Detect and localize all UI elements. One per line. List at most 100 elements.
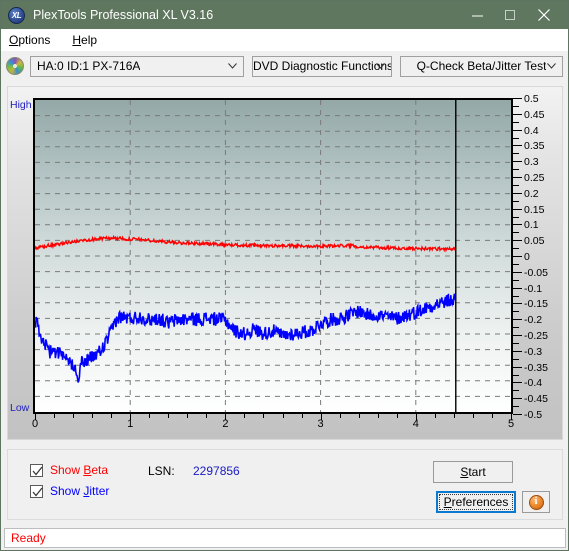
chevron-down-icon xyxy=(547,63,556,69)
y-axis-high-label: High xyxy=(10,99,32,111)
menu-item-options-label: ptions xyxy=(18,33,51,47)
plot-svg xyxy=(35,100,511,412)
menu-item-options[interactable]: Options xyxy=(9,33,50,47)
menu-bar: Options Help xyxy=(1,29,568,51)
x-tick-label: 4 xyxy=(412,418,419,430)
show-jitter-checkbox[interactable] xyxy=(30,484,43,498)
check-icon xyxy=(32,487,43,496)
x-axis-tick-labels: 0 1 2 3 4 5 xyxy=(8,418,564,438)
drive-select[interactable]: HA:0 ID:1 PX-716A xyxy=(30,55,244,77)
y-tick-mark-minor xyxy=(513,169,519,171)
check-icon xyxy=(32,466,43,475)
start-button[interactable]: Start xyxy=(433,461,513,483)
start-button-label: Start xyxy=(460,465,486,479)
y-tick-mark xyxy=(513,177,522,178)
y-tick-mark xyxy=(513,287,522,289)
info-icon: i xyxy=(528,494,544,510)
y-tick-label: -0.45 xyxy=(524,393,548,406)
y-tick-mark xyxy=(513,271,522,273)
preferences-button-label: Preferences xyxy=(439,494,513,510)
x-tick-label: 1 xyxy=(127,418,134,430)
y-tick-label: 0.15 xyxy=(524,203,545,216)
y-tick-label: -0.1 xyxy=(524,282,543,295)
y-tick-mark xyxy=(513,382,522,384)
y-tick-mark xyxy=(513,303,522,305)
chevron-down-icon xyxy=(376,63,385,69)
y-tick-mark-minor xyxy=(513,248,519,250)
y-tick-mark-minor xyxy=(513,327,519,329)
status-text: Ready xyxy=(11,531,46,545)
window-title: PlexTools Professional XL V3.16 xyxy=(33,8,214,22)
plot-area xyxy=(33,98,513,414)
show-beta-label: Show Beta xyxy=(50,463,109,477)
show-jitter-label: Show Jitter xyxy=(50,484,110,498)
preferences-button[interactable]: Preferences xyxy=(436,491,516,513)
y-tick-mark-minor xyxy=(513,358,519,360)
series-beta xyxy=(35,234,456,253)
y-tick-label: 0.35 xyxy=(524,140,545,153)
y-tick-mark xyxy=(513,398,522,400)
drive-select-value: HA:0 ID:1 PX-716A xyxy=(37,59,141,73)
function-select[interactable]: DVD Diagnostic Functions xyxy=(252,55,392,77)
y-tick-mark-minor xyxy=(513,121,519,123)
control-panel: Show Beta Show Jitter LSN: 2297856 Start… xyxy=(7,449,563,520)
app-logo-icon: XL xyxy=(8,6,25,24)
y-tick-mark-minor xyxy=(513,279,519,281)
y-tick-mark-minor xyxy=(513,232,519,234)
y-tick-label: -0.3 xyxy=(524,345,543,358)
y-tick-mark-minor xyxy=(513,263,519,265)
show-jitter-row[interactable]: Show Jitter xyxy=(30,484,109,498)
application-window: XL PlexTools Professional XL V3.16 Optio… xyxy=(0,0,569,551)
menu-item-help[interactable]: Help xyxy=(72,33,97,47)
function-select-value: DVD Diagnostic Functions xyxy=(253,59,391,73)
test-select[interactable]: Q-Check Beta/Jitter Test xyxy=(400,55,563,77)
show-beta-row[interactable]: Show Beta xyxy=(30,463,108,477)
close-icon[interactable] xyxy=(527,1,560,29)
y-tick-mark xyxy=(513,366,522,368)
y-tick-label: 0.45 xyxy=(524,108,545,121)
disc-icon xyxy=(6,57,24,75)
y-tick-mark xyxy=(513,319,522,321)
chart-panel: High Low 0.5 0.45 0.4 0.35 0.3 0.25 0.2 0.15 0.1… xyxy=(7,86,563,440)
test-select-value: Q-Check Beta/Jitter Test xyxy=(416,59,547,73)
lsn-value: 2297856 xyxy=(193,464,240,478)
lsn-label: LSN: xyxy=(148,464,175,478)
x-tick-label: 3 xyxy=(317,418,324,430)
y-tick-label: 0 xyxy=(524,251,530,263)
y-tick-label: 0.3 xyxy=(524,156,539,169)
y-tick-mark xyxy=(513,161,522,163)
title-bar: XL PlexTools Professional XL V3.16 xyxy=(1,1,568,29)
y-tick-label: -0.4 xyxy=(524,377,543,390)
y-tick-label: 0.2 xyxy=(524,187,539,200)
show-beta-checkbox[interactable] xyxy=(30,463,43,477)
status-bar: Ready xyxy=(4,528,566,548)
y-axis-low-label: Low xyxy=(10,402,30,414)
y-tick-mark xyxy=(513,240,522,242)
y-tick-label: 0.25 xyxy=(524,172,545,184)
y-tick-mark xyxy=(513,145,522,147)
y-tick-mark xyxy=(513,350,522,352)
y-tick-mark xyxy=(513,335,522,336)
y-axis-ticks xyxy=(513,98,522,415)
y-tick-mark-minor xyxy=(513,216,519,218)
info-button[interactable]: i xyxy=(522,491,550,513)
y-tick-mark-minor xyxy=(513,184,519,186)
y-tick-mark-minor xyxy=(513,153,519,155)
y-tick-label: -0.05 xyxy=(524,266,548,279)
minimize-icon[interactable] xyxy=(461,1,494,29)
menu-item-help-label: elp xyxy=(81,33,98,47)
y-tick-mark-minor xyxy=(513,200,519,202)
y-tick-mark-minor xyxy=(513,311,519,313)
y-tick-mark xyxy=(513,113,522,115)
y-tick-mark-minor xyxy=(513,137,519,139)
y-tick-mark xyxy=(513,224,522,226)
y-tick-label: -0.2 xyxy=(524,314,543,327)
y-tick-mark xyxy=(513,98,522,99)
y-tick-label: 0.05 xyxy=(524,235,545,248)
y-tick-mark-minor xyxy=(513,295,519,297)
x-tick-label: 0 xyxy=(31,418,39,430)
y-tick-mark xyxy=(513,129,522,131)
y-tick-label: 0.4 xyxy=(524,124,539,137)
y-tick-label: -0.15 xyxy=(524,298,548,311)
maximize-icon[interactable] xyxy=(494,1,527,29)
